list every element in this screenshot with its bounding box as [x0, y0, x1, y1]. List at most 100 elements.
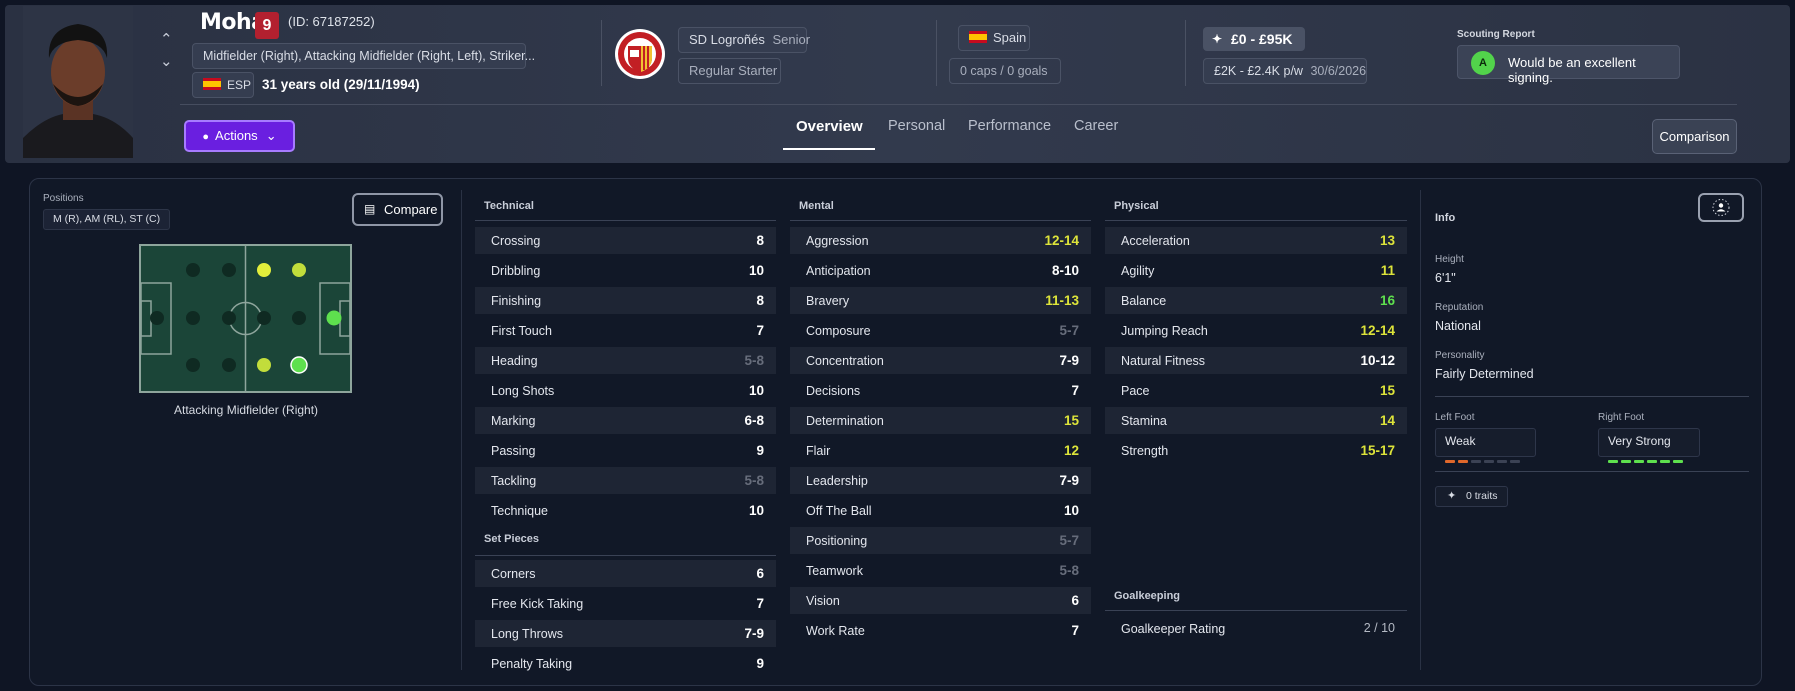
attribute-value: 15: [1379, 383, 1395, 398]
attribute-name: Leadership: [806, 474, 868, 488]
attribute-row[interactable]: Positioning 5-7: [790, 527, 1091, 554]
scouting-report-box[interactable]: A Would be an excellent signing.: [1457, 45, 1680, 85]
attribute-row[interactable]: Strength 15-17: [1105, 437, 1407, 464]
attribute-value: 6: [1071, 593, 1079, 608]
attribute-name: Work Rate: [806, 624, 865, 638]
attribute-row[interactable]: Tackling 5-8: [475, 467, 776, 494]
caps-chip: 0 caps / 0 goals: [949, 58, 1061, 84]
attribute-name: Agility: [1121, 264, 1155, 278]
attribute-name: Technique: [491, 504, 548, 518]
height-label: Height: [1435, 254, 1464, 265]
nation-chip[interactable]: Spain: [958, 25, 1030, 51]
attribute-row[interactable]: Determination 15: [790, 407, 1091, 434]
attribute-row[interactable]: Work Rate 7: [790, 617, 1091, 644]
attribute-row[interactable]: Leadership 7-9: [790, 467, 1091, 494]
tab-overview[interactable]: Overview: [796, 118, 863, 135]
squad-status: Regular Starter: [689, 63, 778, 78]
attribute-value: 9: [756, 656, 764, 671]
attribute-row[interactable]: Penalty Taking 9: [475, 650, 776, 677]
attribute-row[interactable]: Balance 16: [1105, 287, 1407, 314]
attribute-row[interactable]: Stamina 14: [1105, 407, 1407, 434]
attribute-value: 12-14: [1044, 233, 1079, 248]
info-title: Info: [1435, 212, 1456, 224]
attribute-value: 5-7: [1059, 323, 1079, 338]
actions-button[interactable]: ● Actions ⌄: [184, 120, 295, 152]
attribute-row[interactable]: Goalkeeper Rating 2 / 10: [1105, 615, 1407, 642]
active-tab-indicator: [783, 148, 875, 150]
attribute-row[interactable]: First Touch 7: [475, 317, 776, 344]
attribute-row[interactable]: Crossing 8: [475, 227, 776, 254]
attribute-name: Marking: [491, 414, 536, 428]
next-player-icon[interactable]: ⌄: [160, 52, 173, 70]
attribute-row[interactable]: Passing 9: [475, 437, 776, 464]
attribute-value: 10: [1063, 503, 1079, 518]
attribute-row[interactable]: Jumping Reach 12-14: [1105, 317, 1407, 344]
attribute-row[interactable]: Corners 6: [475, 560, 776, 587]
attribute-row[interactable]: Natural Fitness 10-12: [1105, 347, 1407, 374]
attribute-value: 7: [1071, 383, 1079, 398]
attribute-name: Dribbling: [491, 264, 541, 278]
compare-button[interactable]: ▤ Compare: [352, 193, 443, 226]
attribute-row[interactable]: Long Shots 10: [475, 377, 776, 404]
attribute-name: Determination: [806, 414, 884, 428]
attribute-row[interactable]: Bravery 11-13: [790, 287, 1091, 314]
club-chip[interactable]: SD Logroñés Senior: [678, 27, 810, 53]
traits-count: 0 traits: [1466, 490, 1498, 502]
traits-button[interactable]: ✦ 0 traits: [1435, 486, 1508, 507]
attribute-row[interactable]: Pace 15: [1105, 377, 1407, 404]
attribute-name: Heading: [491, 354, 538, 368]
attribute-name: Pace: [1121, 384, 1150, 398]
attribute-name: Long Shots: [491, 384, 555, 398]
attribute-row[interactable]: Heading 5-8: [475, 347, 776, 374]
attribute-value: 9: [756, 443, 764, 458]
foot-meter-segment: [1458, 460, 1468, 463]
tab-career[interactable]: Career: [1074, 118, 1118, 134]
section-divider: [790, 220, 1091, 221]
info-settings-button[interactable]: [1698, 193, 1744, 222]
attribute-name: Finishing: [491, 294, 542, 308]
attribute-row[interactable]: Aggression 12-14: [790, 227, 1091, 254]
person-icon: ●: [202, 131, 210, 143]
previous-player-icon[interactable]: ⌃: [160, 30, 173, 48]
attribute-value: 7: [756, 323, 764, 338]
spain-flag-icon: [969, 31, 987, 43]
attribute-value: 8: [756, 233, 764, 248]
attribute-row[interactable]: Long Throws 7-9: [475, 620, 776, 647]
attribute-row[interactable]: Technique 10: [475, 497, 776, 524]
attribute-row[interactable]: Anticipation 8-10: [790, 257, 1091, 284]
squad-number-badge: 9: [255, 12, 279, 39]
chevron-down-icon: ⌄: [265, 128, 277, 143]
header-divider: [936, 20, 937, 86]
info-divider: [1435, 471, 1749, 472]
transfer-value: ✦ £0 - £95K: [1203, 27, 1305, 51]
player-id: (ID: 67187252): [288, 14, 375, 29]
attribute-value: 10: [748, 263, 764, 278]
physical-title: Physical: [1114, 200, 1159, 212]
attribute-row[interactable]: Off The Ball 10: [790, 497, 1091, 524]
attribute-row[interactable]: Finishing 8: [475, 287, 776, 314]
attribute-value: 7-9: [1059, 353, 1079, 368]
attribute-row[interactable]: Composure 5-7: [790, 317, 1091, 344]
club-logo-icon[interactable]: [614, 28, 666, 80]
tab-performance[interactable]: Performance: [968, 118, 1051, 134]
tab-personal[interactable]: Personal: [888, 118, 945, 134]
attribute-row[interactable]: Flair 12: [790, 437, 1091, 464]
attribute-row[interactable]: Agility 11: [1105, 257, 1407, 284]
attribute-row[interactable]: Marking 6-8: [475, 407, 776, 434]
attribute-row[interactable]: Decisions 7: [790, 377, 1091, 404]
attribute-row[interactable]: Teamwork 5-8: [790, 557, 1091, 584]
attribute-name: Aggression: [806, 234, 869, 248]
right-foot-box: Very Strong: [1598, 428, 1700, 463]
comparison-button[interactable]: Comparison: [1652, 119, 1737, 154]
positions-chip: M (R), AM (RL), ST (C): [43, 209, 171, 230]
attribute-name: Acceleration: [1121, 234, 1190, 248]
attribute-row[interactable]: Concentration 7-9: [790, 347, 1091, 374]
attribute-name: Vision: [806, 594, 840, 608]
attribute-value: 16: [1379, 293, 1395, 308]
attribute-name: Decisions: [806, 384, 861, 398]
attribute-row[interactable]: Acceleration 13: [1105, 227, 1407, 254]
attribute-name: Stamina: [1121, 414, 1167, 428]
attribute-row[interactable]: Vision 6: [790, 587, 1091, 614]
attribute-row[interactable]: Free Kick Taking 7: [475, 590, 776, 617]
attribute-row[interactable]: Dribbling 10: [475, 257, 776, 284]
